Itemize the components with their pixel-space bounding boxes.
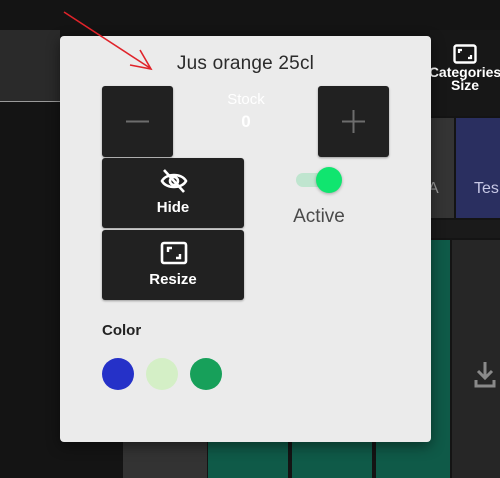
annotation-arrow — [63, 11, 153, 71]
color-swatch-blue[interactable] — [102, 358, 134, 390]
hide-button[interactable]: Hide — [102, 158, 244, 228]
resize-icon — [160, 241, 188, 265]
background-strip — [430, 220, 500, 238]
increase-stock-button[interactable] — [318, 86, 389, 157]
download-icon[interactable] — [474, 360, 496, 388]
stock-value: 0 — [241, 112, 251, 131]
color-swatch-light-green[interactable] — [146, 358, 178, 390]
active-toggle-label: Active — [293, 206, 345, 227]
product-edit-dialog: Jus orange 25cl Stock 0 Hide Resize Acti… — [60, 36, 431, 442]
resize-icon — [453, 44, 477, 64]
minus-icon — [126, 120, 149, 123]
product-tile[interactable]: Tes — [456, 118, 500, 218]
active-toggle[interactable] — [296, 167, 344, 194]
product-tile[interactable]: A — [428, 118, 454, 218]
toggle-thumb — [316, 167, 342, 193]
resize-button-label: Resize — [149, 271, 197, 288]
categories-size-button[interactable]: Categories Size — [420, 36, 500, 106]
product-tile-label: Tes — [474, 180, 499, 197]
eye-off-icon — [160, 169, 188, 193]
plus-icon — [342, 110, 365, 133]
background-side-panel — [452, 240, 500, 478]
stock-label: Stock — [227, 91, 265, 108]
background-left-panel — [0, 30, 60, 102]
background-divider — [0, 101, 60, 102]
categories-size-label-line2: Size — [450, 77, 479, 93]
decrease-stock-button[interactable] — [102, 86, 173, 157]
color-swatch-green[interactable] — [190, 358, 222, 390]
resize-button[interactable]: Resize — [102, 230, 244, 300]
color-section-label: Color — [102, 322, 142, 339]
hide-button-label: Hide — [156, 199, 190, 216]
